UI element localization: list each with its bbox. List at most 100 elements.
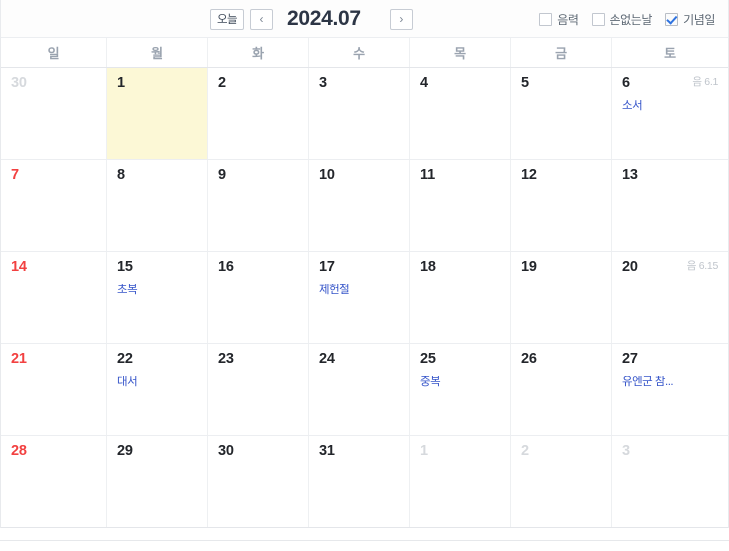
calendar-day-cell[interactable]: 4 (410, 68, 511, 159)
day-number: 5 (521, 75, 529, 91)
next-month-button[interactable]: › (389, 8, 413, 30)
calendar-day-cell[interactable]: 7 (1, 160, 107, 251)
day-header-sat: 토 (664, 46, 676, 61)
calendar-day-cell[interactable]: 17 제헌절 (309, 252, 410, 343)
day-number: 2 (218, 75, 226, 91)
day-number: 3 (319, 75, 327, 91)
calendar-day-cell[interactable]: 31 (309, 436, 410, 527)
day-header-sun: 일 (1, 38, 107, 67)
calendar-day-cell[interactable]: 12 (511, 160, 612, 251)
display-options-group: 음력 손없는날 기념일 (539, 0, 715, 38)
day-number: 14 (11, 259, 27, 275)
day-number: 8 (117, 167, 125, 183)
calendar-day-cell[interactable]: 8 (107, 160, 208, 251)
day-header-wed: 수 (309, 38, 410, 67)
calendar-day-cell[interactable]: 11 (410, 160, 511, 251)
calendar-day-cell[interactable]: 16 (208, 252, 309, 343)
previous-month-button[interactable]: ‹ (250, 8, 273, 30)
day-header-thu: 목 (410, 38, 511, 67)
calendar-day-cell[interactable]: 5 (511, 68, 612, 159)
day-number: 31 (319, 443, 335, 459)
day-of-week-header-row: 일 월 화 수 목 금 토 (1, 38, 728, 68)
calendar-day-cell[interactable]: 30 (208, 436, 309, 527)
calendar-toolbar: 오늘 ‹ 2024.07 › 음력 손없는날 기념일 (0, 0, 729, 38)
calendar-day-cell[interactable]: 21 (1, 344, 107, 435)
lunar-date-label: 음 6.15 (686, 260, 719, 272)
calendar-day-cell[interactable]: 14 (1, 252, 107, 343)
day-event-label[interactable]: 소서 (622, 100, 728, 114)
month-navigation-group: 오늘 ‹ 2024.07 › (210, 0, 413, 38)
day-header-tue: 화 (208, 38, 309, 67)
day-number: 24 (319, 351, 335, 367)
day-number: 22 (117, 351, 133, 367)
day-header-mon: 월 (107, 38, 208, 67)
day-number: 27 (622, 351, 638, 367)
calendar-day-cell[interactable]: 18 (410, 252, 511, 343)
calendar-day-cell[interactable]: 20 음 6.15 (612, 252, 728, 343)
month-title[interactable]: 2024.07 (287, 8, 361, 31)
lunar-label: 음력 (557, 12, 579, 27)
toolbar-left-divider (0, 0, 1, 38)
calendar-weeks: 30 1 2 3 4 5 6 음 6.1 소서 7 8 9 10 11 12 13 14 15 초복 16 17 제헌절 1… (1, 68, 728, 528)
day-number: 21 (11, 351, 27, 367)
calendar-day-cell[interactable]: 22 대서 (107, 344, 208, 435)
day-number: 3 (622, 443, 630, 459)
calendar-day-cell[interactable]: 3 (309, 68, 410, 159)
day-number: 19 (521, 259, 537, 275)
day-number: 15 (117, 259, 133, 275)
today-button[interactable]: 오늘 (210, 8, 244, 30)
calendar-day-cell[interactable]: 3 (612, 436, 728, 527)
day-number: 28 (11, 443, 27, 459)
lunar-checkbox[interactable] (539, 12, 553, 26)
day-number: 13 (622, 167, 638, 183)
day-number: 9 (218, 167, 226, 183)
sonupneunnal-checkbox[interactable] (591, 12, 605, 26)
calendar-day-cell[interactable]: 27 유엔군 참... (612, 344, 728, 435)
calendar-week-row: 30 1 2 3 4 5 6 음 6.1 소서 (1, 68, 728, 160)
day-number: 7 (11, 167, 19, 183)
day-event-label[interactable]: 중복 (420, 376, 510, 390)
calendar-week-row: 28 29 30 31 1 2 3 (1, 436, 728, 528)
calendar-day-cell[interactable]: 13 (612, 160, 728, 251)
calendar-day-cell[interactable]: 24 (309, 344, 410, 435)
day-number: 29 (117, 443, 133, 459)
calendar-day-cell[interactable]: 1 (107, 68, 208, 159)
calendar-day-cell[interactable]: 2 (511, 436, 612, 527)
calendar-day-cell[interactable]: 6음 6.1 소서 (612, 68, 728, 159)
anniversary-label: 기념일 (683, 12, 715, 27)
calendar-day-cell[interactable]: 26 (511, 344, 612, 435)
calendar-day-cell[interactable]: 28 (1, 436, 107, 527)
calendar-day-cell[interactable]: 19 (511, 252, 612, 343)
calendar-day-cell[interactable]: 10 (309, 160, 410, 251)
day-number: 23 (218, 351, 234, 367)
day-number: 1 (117, 75, 125, 91)
option-lunar[interactable]: 음력 (539, 11, 579, 28)
calendar-day-cell[interactable]: 25 중복 (410, 344, 511, 435)
day-event-label[interactable]: 초복 (117, 284, 207, 298)
day-event-label[interactable]: 대서 (117, 376, 207, 390)
day-event-label[interactable]: 제헌절 (319, 284, 409, 298)
option-sonupneunnal[interactable]: 손없는날 (591, 11, 652, 28)
day-number: 26 (521, 351, 537, 367)
day-number: 30 (11, 75, 27, 91)
calendar-day-cell[interactable]: 9 (208, 160, 309, 251)
calendar-week-row: 7 8 9 10 11 12 13 (1, 160, 728, 252)
calendar-day-cell[interactable]: 15 초복 (107, 252, 208, 343)
calendar-grid: 일 월 화 수 목 금 토 30 1 2 3 4 5 6 음 6.1 소서 7 8 9 10 11 12 13… (0, 38, 729, 528)
day-event-label[interactable]: 유엔군 참... (622, 376, 728, 390)
calendar-day-cell[interactable]: 1 (410, 436, 511, 527)
footer-spacer (0, 528, 729, 540)
calendar-day-cell[interactable]: 23 (208, 344, 309, 435)
calendar-day-cell[interactable]: 29 (107, 436, 208, 527)
calendar-day-cell[interactable]: 2 (208, 68, 309, 159)
anniversary-checkbox[interactable] (665, 12, 679, 26)
day-number: 2 (521, 443, 529, 459)
calendar-week-row: 21 22 대서 23 24 25 중복 26 27 유엔군 참... (1, 344, 728, 436)
option-anniversary[interactable]: 기념일 (665, 11, 715, 28)
day-number: 25 (420, 351, 436, 367)
calendar-day-cell[interactable]: 30 (1, 68, 107, 159)
day-number: 30 (218, 443, 234, 459)
day-number: 11 (420, 167, 435, 183)
day-header-fri: 금 (511, 38, 612, 67)
day-number: 1 (420, 443, 428, 459)
